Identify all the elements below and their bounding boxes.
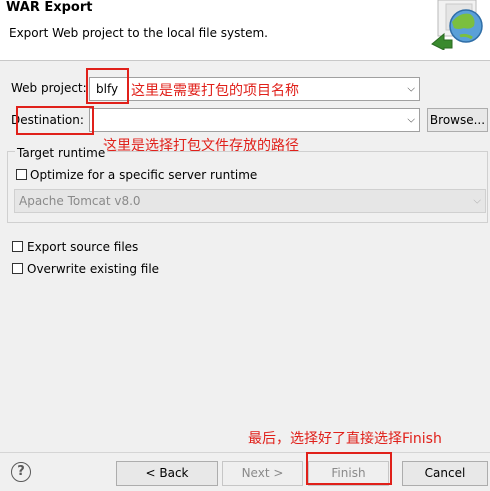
annotation-box-project <box>86 68 129 104</box>
overwrite-checkbox[interactable] <box>12 263 23 274</box>
chevron-down-icon: ⌵ <box>473 195 481 207</box>
chevron-down-icon: ⌵ <box>407 114 415 126</box>
help-icon[interactable]: ? <box>11 462 31 482</box>
runtime-value: Apache Tomcat v8.0 <box>19 194 141 208</box>
footer-divider <box>0 452 490 453</box>
annotation-project: 这里是需要打包的项目名称 <box>131 83 299 99</box>
annotation-box-destination <box>16 106 94 135</box>
target-runtime-label: Target runtime <box>15 146 108 160</box>
dialog-description: Export Web project to the local file sys… <box>9 26 268 40</box>
overwrite-label: Overwrite existing file <box>27 262 160 276</box>
export-source-checkbox[interactable] <box>12 241 23 252</box>
optimize-checkbox[interactable] <box>16 169 27 180</box>
dialog-title: WAR Export <box>6 0 93 15</box>
export-source-label: Export source files <box>27 240 139 254</box>
back-button[interactable]: < Back <box>116 461 218 486</box>
web-project-label: Web project: <box>11 81 87 95</box>
next-button[interactable]: Next > <box>222 461 303 486</box>
annotation-finish: 最后，选择好了直接选择Finish <box>248 431 442 447</box>
runtime-combo[interactable]: Apache Tomcat v8.0 ⌵ <box>14 189 486 213</box>
chevron-down-icon: ⌵ <box>407 83 415 95</box>
cancel-button[interactable]: Cancel <box>402 461 488 486</box>
browse-button[interactable]: Browse... <box>427 108 488 132</box>
war-export-icon <box>430 0 490 51</box>
annotation-box-finish <box>306 452 392 485</box>
destination-combo[interactable]: ⌵ <box>89 108 420 132</box>
optimize-label: Optimize for a specific server runtime <box>30 168 258 182</box>
